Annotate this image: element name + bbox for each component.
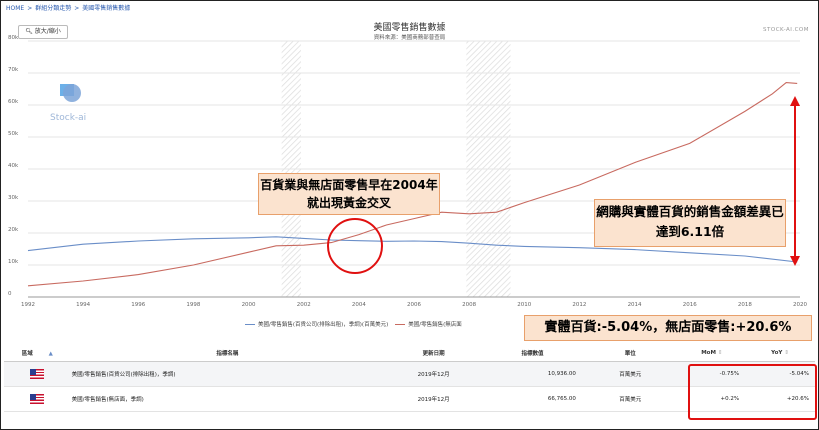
x-tick-label: 2004 [352, 302, 366, 308]
x-tick-label: 2018 [738, 302, 752, 308]
annotation-summary: 實體百貨:-5.04%，無店面零售:+20.6% [524, 315, 812, 341]
y-tick-label: 40k [8, 163, 19, 169]
update-date: 2019年12月 [384, 386, 484, 412]
sort-icon[interactable]: ⇕ [718, 350, 723, 356]
y-tick-label: 70k [8, 67, 19, 73]
annotation-golden-cross: 百貨業與無店面零售早在2004年就出現黃金交叉 [258, 173, 440, 215]
x-tick-label: 2006 [407, 302, 421, 308]
legend-item[interactable]: 美國/零售銷售(百貨公司(排除出租)，季調)(百萬美元) [258, 322, 388, 328]
indicator-name-link[interactable]: 美國/零售銷售(百貨公司(排除出租)，季調) [70, 361, 385, 387]
x-tick-label: 1998 [186, 302, 200, 308]
x-tick-label: 1994 [76, 302, 90, 308]
y-tick-label: 60k [8, 99, 19, 105]
legend-swatch [245, 324, 255, 325]
logo: Stock-ai [50, 84, 86, 123]
annotation-gap: 網購與實體百貨的銷售金額差異已達到6.11倍 [594, 199, 786, 247]
sort-asc-icon[interactable]: ▲ [49, 351, 53, 357]
indicator-value: 66,765.00 [483, 386, 582, 412]
legend-item[interactable]: 美國/零售銷售(無店面 [408, 322, 462, 328]
highlight-box [688, 364, 817, 420]
x-tick-label: 2016 [683, 302, 697, 308]
us-flag-icon [30, 369, 45, 379]
col-mom[interactable]: MoM ⇕ [678, 345, 746, 362]
x-tick-label: 2008 [462, 302, 476, 308]
x-tick-label: 2002 [297, 302, 311, 308]
y-tick-label: 20k [8, 227, 19, 233]
unit: 百萬美元 [581, 386, 679, 412]
col-yoy[interactable]: YoY ⇕ [745, 345, 815, 362]
y-tick-label: 80k [8, 35, 19, 41]
us-flag-icon [30, 394, 45, 404]
logo-mark [63, 84, 81, 102]
x-tick-label: 2000 [242, 302, 256, 308]
col-region[interactable]: 區域 ▲ [4, 345, 71, 362]
legend-swatch [395, 324, 406, 325]
x-tick-label: 2010 [517, 302, 531, 308]
col-value[interactable]: 指標數值 [483, 345, 582, 362]
logo-text: Stock-ai [50, 113, 86, 123]
y-tick-label: 50k [8, 131, 19, 137]
col-date[interactable]: 更新日期 [384, 345, 484, 362]
y-tick-label: 10k [8, 259, 19, 265]
y-tick-label: 30k [8, 195, 19, 201]
x-tick-label: 1996 [131, 302, 145, 308]
col-name[interactable]: 指標名稱 [70, 345, 385, 362]
gap-arrow-head-up [790, 96, 800, 106]
y-tick-label: 0 [8, 291, 12, 297]
x-tick-label: 2020 [793, 302, 807, 308]
unit: 百萬美元 [581, 361, 679, 387]
x-tick-label: 1992 [21, 302, 35, 308]
col-unit[interactable]: 單位 [581, 345, 679, 362]
indicator-value: 10,936.00 [483, 361, 582, 387]
sort-icon[interactable]: ⇕ [784, 350, 789, 356]
legend: 美國/零售銷售(百貨公司(排除出租)，季調)(百萬美元) 美國/零售銷售(無店面 [245, 320, 462, 328]
x-tick-label: 2012 [572, 302, 586, 308]
update-date: 2019年12月 [384, 361, 484, 387]
indicator-name-link[interactable]: 美國/零售銷售(無店面，季調) [70, 386, 385, 412]
x-tick-label: 2014 [628, 302, 642, 308]
